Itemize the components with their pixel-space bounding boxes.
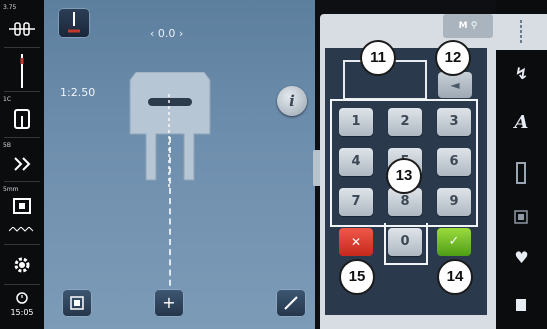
stitch-pattern-icon: [9, 227, 34, 232]
sewing-machine-screen: 3.75 1C 5B 5mm 15:05 ‹ 0.0 › 1:2.50 i + …: [0, 0, 547, 329]
key-2[interactable]: 2: [388, 108, 422, 136]
settings-gear-icon: [14, 257, 30, 273]
stitch-selection-tab[interactable]: [496, 14, 547, 50]
panel-tab-label: M: [458, 21, 468, 31]
feed-dog-button[interactable]: 5B: [0, 140, 44, 180]
buttonhole-icon: [516, 162, 526, 184]
divider: [4, 244, 40, 245]
clock-icon: [16, 292, 28, 304]
callout-15: 15: [339, 259, 375, 295]
left-sidebar: 3.75 1C 5B 5mm 15:05: [0, 0, 44, 329]
stitch-pattern-button[interactable]: [0, 222, 44, 240]
info-icon: i: [289, 92, 295, 110]
callout-13: 13: [386, 158, 422, 194]
clock-display: 15:05: [0, 290, 44, 326]
stitch-length-value: 5mm: [3, 186, 19, 193]
needle-position-value[interactable]: ‹ 0.0 ›: [150, 27, 183, 40]
needle-stop-button[interactable]: [58, 8, 90, 38]
decorative-stitch-button[interactable]: ↯: [496, 64, 547, 94]
stitch-plate-icon: [13, 198, 31, 214]
pattern-view-icon: [70, 296, 84, 310]
add-button[interactable]: +: [154, 289, 184, 317]
key-4[interactable]: 4: [339, 148, 373, 176]
divider: [4, 181, 40, 182]
presser-foot-value: 1C: [3, 96, 12, 103]
presser-foot-image: [129, 72, 211, 190]
time-label: 15:05: [10, 308, 34, 317]
checkmark-icon: ✓: [448, 234, 460, 249]
pattern-view-button[interactable]: [62, 289, 92, 317]
panel-tab[interactable]: M ⚲: [443, 14, 493, 38]
thread-tension-icon: [9, 22, 35, 36]
memory-button[interactable]: [496, 290, 547, 320]
edit-button[interactable]: [276, 289, 306, 317]
clipboard-icon: [516, 299, 526, 311]
stitch-icon: [520, 20, 522, 44]
close-icon: ✕: [350, 235, 362, 249]
plus-icon: +: [162, 293, 176, 312]
buttonhole-button[interactable]: [496, 158, 547, 188]
stitch-plate-button[interactable]: 5mm: [0, 184, 44, 220]
key-9[interactable]: 9: [437, 188, 471, 216]
zoom-icon: ⚲: [470, 21, 478, 31]
divider: [4, 137, 40, 138]
clear-button[interactable]: ◄: [438, 72, 472, 98]
tension-value: 3.75: [3, 4, 17, 11]
heart-icon: ♥: [514, 248, 529, 267]
divider: [4, 91, 40, 92]
callout-12: 12: [435, 40, 471, 76]
presser-foot-button[interactable]: 1C: [0, 94, 44, 136]
callout-11: 11: [360, 40, 396, 76]
quilt-stitch-button[interactable]: [496, 202, 547, 232]
needle-icon: [20, 54, 24, 88]
alphabet-icon: A: [514, 112, 529, 133]
info-button[interactable]: i: [277, 86, 307, 116]
callout-14: 14: [437, 259, 473, 295]
feed-dog-icon: [14, 157, 31, 171]
key-7[interactable]: 7: [339, 188, 373, 216]
divider: [4, 47, 40, 48]
cancel-button[interactable]: ✕: [339, 228, 373, 256]
zigzag-stitch-icon: ↯: [514, 64, 529, 83]
favorites-button[interactable]: ♥: [496, 248, 547, 278]
key-3[interactable]: 3: [437, 108, 471, 136]
settings-button[interactable]: [0, 250, 44, 280]
confirm-button[interactable]: ✓: [437, 228, 471, 256]
divider: [4, 284, 40, 285]
pencil-icon: [284, 296, 298, 310]
alphabet-button[interactable]: A: [496, 112, 547, 142]
feed-dog-value: 5B: [3, 142, 11, 149]
key-0[interactable]: 0: [388, 228, 422, 256]
quilt-icon: [514, 210, 528, 224]
backspace-icon: ◄: [450, 78, 460, 92]
thread-tension-button[interactable]: 3.75: [0, 2, 44, 46]
key-6[interactable]: 6: [437, 148, 471, 176]
needle-down-icon: [68, 12, 80, 33]
key-1[interactable]: 1: [339, 108, 373, 136]
presser-foot-icon: [14, 109, 30, 129]
stitch-length-value[interactable]: 1:2.50: [60, 86, 95, 99]
needle-button[interactable]: [0, 50, 44, 90]
